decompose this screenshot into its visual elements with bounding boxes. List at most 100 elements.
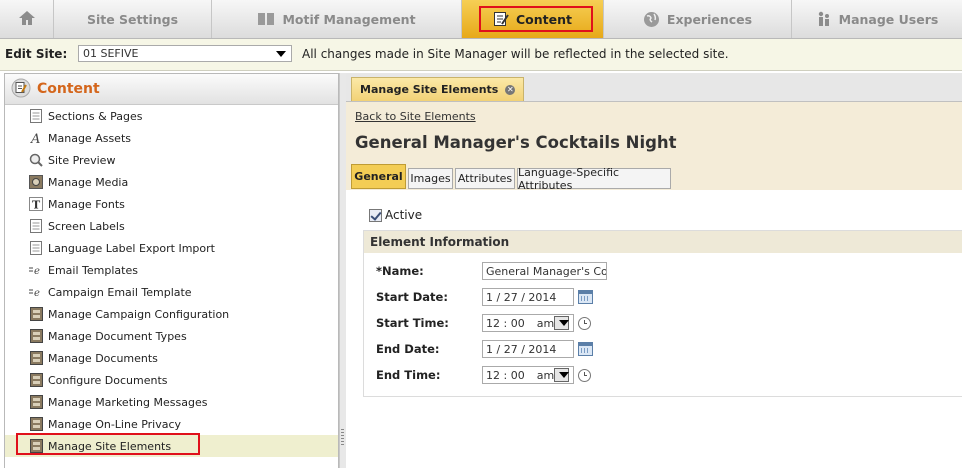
sidebar-item-sections-pages[interactable]: Sections & Pages: [5, 105, 338, 127]
subtab-general-label: General: [354, 170, 403, 183]
sidebar-item-language-label-export-import[interactable]: Language Label Export Import: [5, 237, 338, 259]
name-field-value: General Manager's Cocktails Night: [486, 264, 607, 278]
sidebar-list: Sections & Pages A Manage Assets Site Pr…: [5, 105, 338, 457]
end-date-value: 1 / 27 / 2014: [486, 342, 557, 356]
highlight-box-manage-site-elements: [16, 433, 200, 455]
sidebar-item-email-templates[interactable]: e Email Templates: [5, 259, 338, 281]
highlight-box-content-tab: [479, 6, 593, 32]
section-title: Element Information: [364, 231, 962, 253]
clock-icon[interactable]: [578, 368, 591, 382]
home-icon: [17, 9, 37, 30]
cabinet-icon: [29, 395, 43, 409]
sidebar-item-label: Sections & Pages: [48, 109, 143, 123]
edit-site-bar: Edit Site: 01 SEFIVE All changes made in…: [0, 39, 962, 71]
chevron-down-icon[interactable]: [554, 368, 569, 382]
back-to-site-elements-link[interactable]: Back to Site Elements: [355, 110, 476, 123]
close-icon[interactable]: ✕: [505, 84, 516, 95]
subtab-images[interactable]: Images: [408, 168, 453, 189]
tab-motif-management[interactable]: Motif Management: [212, 0, 462, 38]
splitter-grip[interactable]: [341, 429, 344, 445]
svg-text:e: e: [34, 266, 40, 277]
end-time-field[interactable]: 12 : 00 am: [482, 366, 574, 384]
name-row: *Name: General Manager's Cocktails Night: [376, 262, 607, 280]
chevron-down-icon[interactable]: [554, 316, 569, 330]
sidebar-item-manage-assets[interactable]: A Manage Assets: [5, 127, 338, 149]
sidebar-item-site-preview[interactable]: Site Preview: [5, 149, 338, 171]
sidebar-item-label: Email Templates: [48, 263, 138, 277]
start-time-row: Start Time: 12 : 00 am: [376, 314, 591, 332]
subtab-general[interactable]: General: [351, 164, 406, 189]
site-select[interactable]: 01 SEFIVE: [78, 45, 292, 62]
site-select-value: 01 SEFIVE: [83, 47, 139, 60]
start-time-ampm: am: [536, 316, 555, 330]
active-checkbox-row: Active: [369, 208, 422, 222]
cabinet-icon: [29, 307, 43, 321]
tab-site-settings[interactable]: Site Settings: [54, 0, 212, 38]
end-date-label: End Date:: [376, 342, 440, 356]
start-date-row: Start Date: 1 / 27 / 2014: [376, 288, 593, 306]
content-edit-icon: [11, 78, 31, 101]
page-icon: [29, 219, 43, 233]
subtab-attributes-label: Attributes: [457, 172, 513, 185]
cabinet-icon: [29, 329, 43, 343]
sidebar-item-manage-campaign-configuration[interactable]: Manage Campaign Configuration: [5, 303, 338, 325]
start-time-field[interactable]: 12 : 00 am: [482, 314, 574, 332]
sidebar-item-manage-marketing-messages[interactable]: Manage Marketing Messages: [5, 391, 338, 413]
panel-splitter[interactable]: [339, 73, 346, 468]
edit-site-label: Edit Site:: [5, 47, 68, 61]
sidebar-item-label: Manage Media: [48, 175, 129, 189]
document-tabstrip: Manage Site Elements ✕: [346, 73, 962, 102]
sidebar-title: Content: [37, 81, 100, 97]
name-field[interactable]: General Manager's Cocktails Night: [482, 262, 607, 280]
sidebar-item-configure-documents[interactable]: Configure Documents: [5, 369, 338, 391]
end-date-field[interactable]: 1 / 27 / 2014: [482, 340, 574, 358]
tab-manage-site-elements-label: Manage Site Elements: [360, 83, 499, 96]
start-date-label: Start Date:: [376, 290, 448, 304]
calendar-icon[interactable]: [578, 342, 593, 356]
tab-manage-users-label: Manage Users: [838, 11, 939, 27]
sidebar-item-label: Screen Labels: [48, 219, 125, 233]
main-panel: Manage Site Elements ✕ Back to Site Elem…: [346, 73, 962, 468]
sidebar-item-label: Configure Documents: [48, 373, 168, 387]
font-t-icon: T: [29, 197, 43, 211]
start-date-field[interactable]: 1 / 27 / 2014: [482, 288, 574, 306]
sidebar-item-manage-fonts[interactable]: T Manage Fonts: [5, 193, 338, 215]
sidebar-item-campaign-email-template[interactable]: e Campaign Email Template: [5, 281, 338, 303]
calendar-icon[interactable]: [578, 290, 593, 304]
email-e-icon: e: [29, 285, 43, 299]
sidebar-item-label: Site Preview: [48, 153, 116, 167]
end-date-row: End Date: 1 / 27 / 2014: [376, 340, 593, 358]
cabinet-icon: [29, 373, 43, 387]
end-time-ampm: am: [536, 368, 555, 382]
site-manager-message: All changes made in Site Manager will be…: [302, 47, 729, 61]
home-button[interactable]: [0, 0, 54, 38]
page-icon: [29, 109, 43, 123]
cabinet-icon: [29, 417, 43, 431]
end-time-row: End Time: 12 : 00 am: [376, 366, 591, 384]
active-checkbox[interactable]: [369, 208, 382, 222]
sidebar-item-manage-document-types[interactable]: Manage Document Types: [5, 325, 338, 347]
general-tab-content: Active Element Information *Name: Genera…: [346, 190, 962, 468]
cabinet-icon: [29, 351, 43, 365]
clock-icon[interactable]: [578, 316, 591, 330]
sidebar-item-manage-media[interactable]: Manage Media: [5, 171, 338, 193]
subtab-attributes[interactable]: Attributes: [455, 168, 515, 189]
users-icon: [816, 11, 832, 27]
sidebar-item-label: Manage Document Types: [48, 329, 187, 343]
tab-experiences[interactable]: Experiences: [604, 0, 792, 38]
svg-text:A: A: [30, 132, 40, 145]
subtab-language-specific-attributes[interactable]: Language-Specific Attributes: [517, 166, 671, 192]
active-label: Active: [385, 208, 423, 222]
start-time-label: Start Time:: [376, 316, 449, 330]
sidebar-item-label: Manage Fonts: [48, 197, 125, 211]
sidebar-item-manage-documents[interactable]: Manage Documents: [5, 347, 338, 369]
chevron-down-icon: [276, 51, 286, 57]
sidebar-item-manage-online-privacy[interactable]: Manage On-Line Privacy: [5, 413, 338, 435]
font-a-icon: A: [29, 131, 43, 145]
tab-manage-site-elements[interactable]: Manage Site Elements ✕: [351, 77, 525, 101]
tab-site-settings-label: Site Settings: [86, 11, 179, 27]
end-time-label: End Time:: [376, 368, 441, 382]
tab-manage-users[interactable]: Manage Users: [792, 0, 962, 38]
sidebar-item-label: Language Label Export Import: [48, 241, 215, 255]
sidebar-item-screen-labels[interactable]: Screen Labels: [5, 215, 338, 237]
